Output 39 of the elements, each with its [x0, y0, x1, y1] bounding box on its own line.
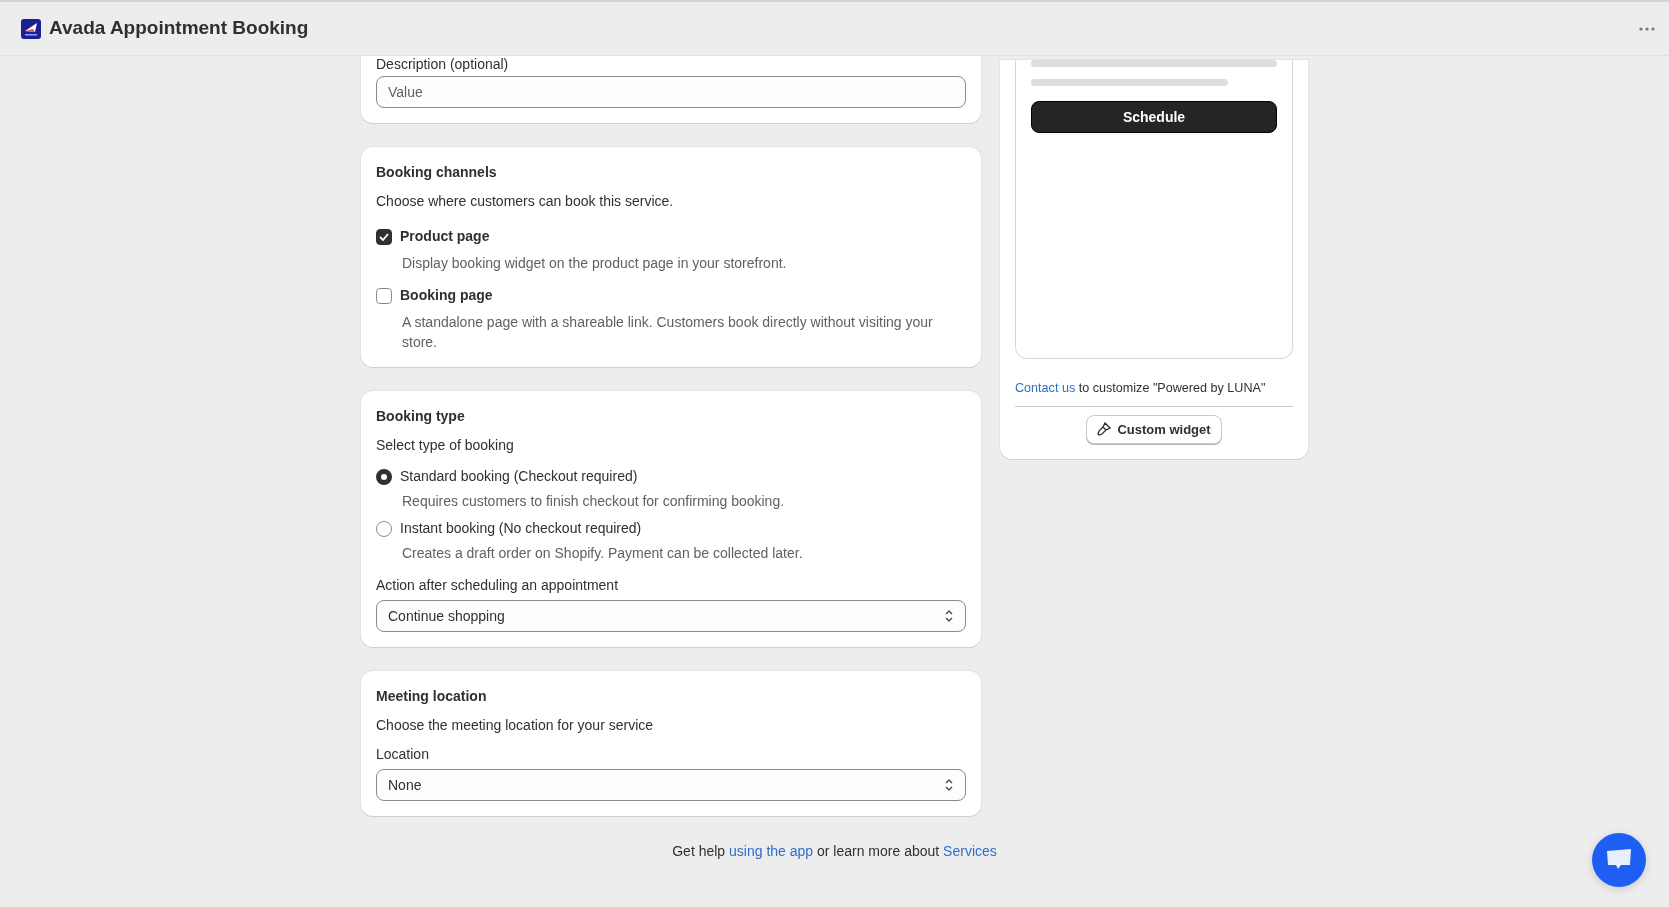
- schedule-button[interactable]: Schedule: [1031, 101, 1277, 133]
- select-field[interactable]: Continue shopping: [376, 600, 966, 632]
- paintbrush-icon: [1097, 421, 1112, 436]
- section-title: Booking type: [376, 407, 466, 426]
- more-options-icon[interactable]: [1639, 26, 1655, 31]
- checkmark-icon: [379, 232, 389, 241]
- section-title: Meeting location: [376, 687, 488, 706]
- help-link[interactable]: Services: [943, 843, 997, 859]
- radio-button[interactable]: [376, 468, 392, 485]
- chat-button[interactable]: [1592, 833, 1646, 887]
- up-down-chevron-icon: [944, 609, 954, 623]
- help-text: Get help using the app or learn more about Services: [672, 842, 997, 861]
- radio-label[interactable]: Standard booking (Checkout required): [400, 466, 638, 487]
- section-subtitle: Select type of booking: [376, 436, 515, 455]
- help-text: Requires customers to finish checkout for confirming booking.: [402, 492, 786, 511]
- checkbox[interactable]: [376, 287, 392, 304]
- help-text: A standalone page with a shareable link. Customers book directly without visiting your store.: [402, 313, 934, 352]
- help-link[interactable]: using the app: [729, 843, 814, 859]
- select-field[interactable]: None: [376, 769, 966, 801]
- checkbox-label[interactable]: Booking page: [400, 285, 493, 306]
- section-subtitle: Choose the meeting location for your service: [376, 716, 655, 735]
- section-title: Booking channels: [376, 163, 498, 182]
- up-down-chevron-icon: [944, 778, 954, 792]
- field-label: Description (optional): [376, 56, 510, 72]
- checkbox[interactable]: [376, 228, 392, 245]
- section-subtitle: Choose where customers can book this service.: [376, 192, 675, 211]
- custom-widget-button[interactable]: Custom widget: [1086, 414, 1222, 445]
- field-label: Action after scheduling an appointment: [376, 576, 620, 595]
- customize-note: Contact us to customize "Powered by LUNA": [1015, 380, 1267, 397]
- field-label: Location: [376, 745, 430, 764]
- app-title: Avada Appointment Booking: [49, 16, 309, 41]
- checkbox-label[interactable]: Product page: [400, 226, 490, 247]
- contact-link[interactable]: Contact us: [1015, 381, 1076, 395]
- app-logo-icon: [21, 18, 41, 39]
- help-text: Creates a draft order on Shopify. Payment can be collected later.: [402, 544, 804, 563]
- help-text: Display booking widget on the product page in your storefront.: [402, 254, 788, 273]
- radio-button[interactable]: [376, 520, 392, 537]
- text-input-field[interactable]: Value: [376, 76, 966, 108]
- radio-label[interactable]: Instant booking (No checkout required): [400, 518, 642, 539]
